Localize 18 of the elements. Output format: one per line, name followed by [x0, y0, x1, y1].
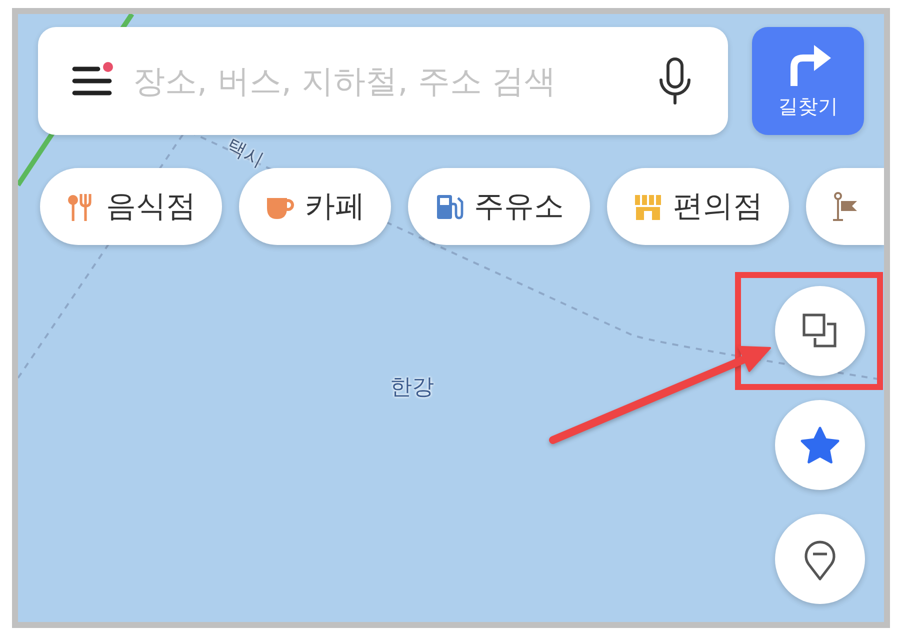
category-chip[interactable]: 카페 [239, 168, 391, 245]
category-chip[interactable]: 주유소 [408, 168, 590, 245]
layers-button[interactable] [775, 286, 865, 376]
star-icon [800, 426, 840, 464]
search-bar[interactable]: 장소, 버스, 지하철, 주소 검색 [38, 27, 728, 135]
place-label: 한강 [390, 374, 434, 402]
search-field[interactable]: 장소, 버스, 지하철, 주소 검색 [133, 62, 637, 100]
directions-button[interactable]: 길찾기 [752, 27, 864, 135]
category-chip[interactable]: 편의점 [607, 168, 789, 245]
menu-button[interactable] [72, 65, 112, 97]
pin-button[interactable] [775, 514, 865, 604]
microphone-button[interactable] [658, 57, 692, 105]
microphone-icon [658, 57, 692, 105]
menu-icon [72, 65, 112, 97]
category-chip[interactable] [806, 168, 884, 245]
layers-icon [802, 313, 838, 349]
category-chip[interactable]: 음식점 [40, 168, 222, 245]
favorites-button[interactable] [775, 400, 865, 490]
